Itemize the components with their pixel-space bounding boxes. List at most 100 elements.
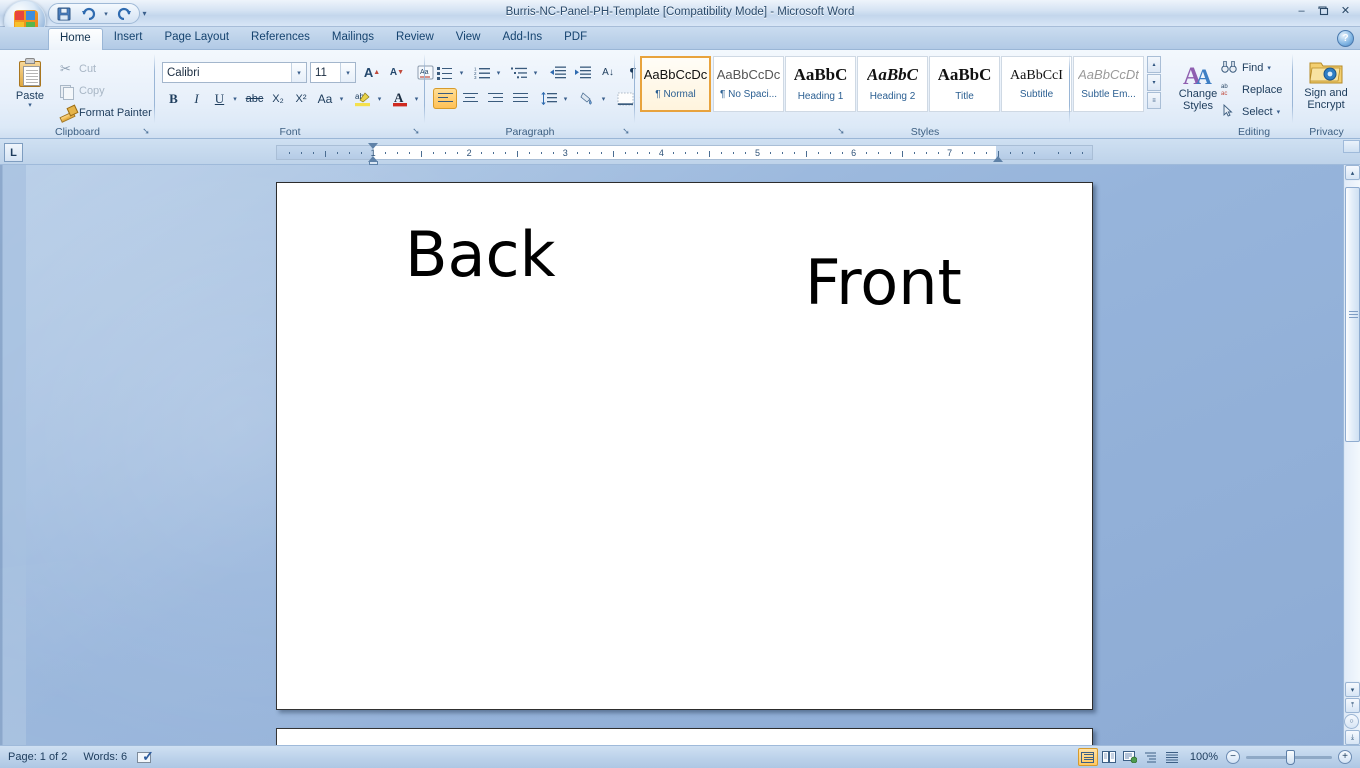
zoom-track[interactable] (1246, 749, 1332, 765)
view-web-layout-button[interactable] (1120, 748, 1140, 766)
styles-scroll-down-button[interactable]: ▾ (1147, 74, 1161, 91)
word-count[interactable]: Words: 6 (75, 748, 135, 767)
sort-button[interactable]: A↓ (596, 62, 620, 83)
page-indicator[interactable]: Page: 1 of 2 (0, 748, 75, 767)
scroll-up-button[interactable]: ▴ (1345, 165, 1360, 180)
zoom-slider[interactable]: − + (1226, 749, 1352, 765)
change-case-caret[interactable]: ▾ (336, 88, 347, 109)
close-button[interactable]: ✕ (1335, 2, 1356, 19)
styles-dialog-launcher[interactable]: ➘ (835, 125, 847, 137)
subscript-button[interactable]: X₂ (267, 88, 289, 109)
save-icon[interactable] (53, 5, 75, 23)
italic-button[interactable]: I (186, 88, 207, 109)
align-left-button[interactable] (433, 88, 457, 109)
document-page-1[interactable]: Back Front (276, 182, 1093, 710)
replace-button[interactable]: ab ac Replace (1219, 80, 1286, 100)
clipboard-dialog-launcher[interactable]: ➘ (140, 125, 152, 137)
numbering-button[interactable]: 1 2 3 (470, 62, 494, 83)
zoom-in-button[interactable]: + (1338, 750, 1352, 764)
multilevel-list-button[interactable] (507, 62, 531, 83)
align-right-button[interactable] (483, 88, 507, 109)
strikethrough-button[interactable]: abc (243, 88, 266, 109)
proofing-errors-icon[interactable] (135, 748, 157, 765)
tab-add-ins[interactable]: Add-Ins (491, 27, 553, 50)
undo-dropdown-caret[interactable]: ▾ (101, 5, 111, 23)
underline-caret[interactable]: ▾ (229, 88, 241, 109)
tab-review[interactable]: Review (385, 27, 445, 50)
styles-scroll-up-button[interactable]: ▴ (1147, 56, 1161, 73)
scroll-down-button[interactable]: ▾ (1345, 682, 1360, 697)
zoom-thumb[interactable] (1286, 749, 1295, 765)
paragraph-dialog-launcher[interactable]: ➘ (620, 125, 632, 137)
tab-page-layout[interactable]: Page Layout (153, 27, 240, 50)
document-canvas[interactable]: Back Front (0, 165, 1360, 745)
tab-pdf[interactable]: PDF (553, 27, 598, 50)
split-window-handle[interactable] (1343, 140, 1360, 153)
style-heading-1[interactable]: AaBbC Heading 1 (785, 56, 856, 112)
numbering-caret[interactable]: ▾ (493, 62, 504, 83)
font-size-combo[interactable]: 11 ▾ (310, 62, 356, 83)
view-print-layout-button[interactable] (1077, 748, 1098, 766)
tab-insert[interactable]: Insert (103, 27, 154, 50)
zoom-out-button[interactable]: − (1226, 750, 1240, 764)
multilevel-list-caret[interactable]: ▾ (530, 62, 541, 83)
copy-button[interactable]: Copy (56, 81, 109, 101)
font-name-caret[interactable]: ▾ (291, 63, 306, 82)
bold-button[interactable]: B (163, 88, 184, 109)
highlight-color-button[interactable]: ab (351, 88, 375, 109)
shading-button[interactable] (575, 88, 599, 109)
zoom-level[interactable]: 100% (1182, 751, 1226, 763)
view-full-screen-reading-button[interactable] (1099, 748, 1119, 766)
font-color-button[interactable]: A (388, 88, 412, 109)
styles-more-button[interactable]: ≡ (1147, 92, 1161, 109)
underline-button[interactable]: U (209, 88, 230, 109)
grow-font-button[interactable]: A ▲ (360, 62, 384, 83)
font-size-caret[interactable]: ▾ (340, 63, 355, 82)
tab-mailings[interactable]: Mailings (321, 27, 385, 50)
style-normal[interactable]: AaBbCcDc ¶ Normal (640, 56, 711, 112)
vertical-scrollbar[interactable]: ▴ ▾ ⤒ ○ ⤓ (1343, 140, 1360, 745)
change-case-button[interactable]: Aa (313, 88, 337, 109)
superscript-button[interactable]: X² (290, 88, 312, 109)
format-painter-button[interactable]: Format Painter (56, 103, 156, 123)
horizontal-ruler[interactable]: 1234567 (276, 143, 1093, 165)
select-button[interactable]: Select ▾ (1219, 102, 1284, 122)
help-icon[interactable]: ? (1337, 30, 1354, 47)
shrink-font-button[interactable]: A ▼ (385, 62, 409, 83)
document-page-2[interactable] (276, 728, 1093, 745)
align-center-button[interactable] (458, 88, 482, 109)
highlight-color-caret[interactable]: ▾ (374, 88, 385, 109)
previous-page-button[interactable]: ⤒ (1345, 698, 1360, 713)
bullets-button[interactable] (433, 62, 457, 83)
shading-caret[interactable]: ▾ (598, 88, 609, 109)
paste-button[interactable]: Paste ▾ (8, 55, 52, 117)
select-browse-object-button[interactable]: ○ (1344, 714, 1359, 729)
minimize-button[interactable]: – (1291, 2, 1312, 19)
font-dialog-launcher[interactable]: ➘ (410, 125, 422, 137)
find-button[interactable]: Find ▾ (1219, 58, 1275, 78)
decrease-indent-button[interactable] (546, 62, 570, 83)
tab-view[interactable]: View (445, 27, 492, 50)
tab-stop-selector[interactable]: L (4, 143, 23, 162)
view-outline-button[interactable] (1141, 748, 1161, 766)
style-subtle-emphasis[interactable]: AaBbCcDt Subtle Em... (1073, 56, 1144, 112)
redo-icon[interactable] (113, 5, 135, 23)
first-line-indent-marker[interactable] (368, 143, 378, 149)
justify-button[interactable] (508, 88, 532, 109)
style-heading-2[interactable]: AaBbC Heading 2 (857, 56, 928, 112)
style-subtitle[interactable]: AaBbCcI Subtitle (1001, 56, 1072, 112)
line-spacing-button[interactable] (537, 88, 561, 109)
font-color-caret[interactable]: ▾ (411, 88, 422, 109)
right-indent-marker[interactable] (993, 156, 1003, 162)
bullets-caret[interactable]: ▾ (456, 62, 467, 83)
style-no-spacing[interactable]: AaBbCcDc ¶ No Spaci... (713, 56, 784, 112)
tab-home[interactable]: Home (48, 28, 103, 50)
style-title[interactable]: AaBbC Title (929, 56, 1000, 112)
line-spacing-caret[interactable]: ▾ (560, 88, 571, 109)
increase-indent-button[interactable] (571, 62, 595, 83)
customize-qat-caret[interactable]: ▾ (136, 4, 153, 23)
font-name-combo[interactable]: Calibri ▾ (162, 62, 307, 83)
undo-icon[interactable] (77, 5, 99, 23)
tab-references[interactable]: References (240, 27, 321, 50)
next-page-button[interactable]: ⤓ (1345, 730, 1360, 745)
